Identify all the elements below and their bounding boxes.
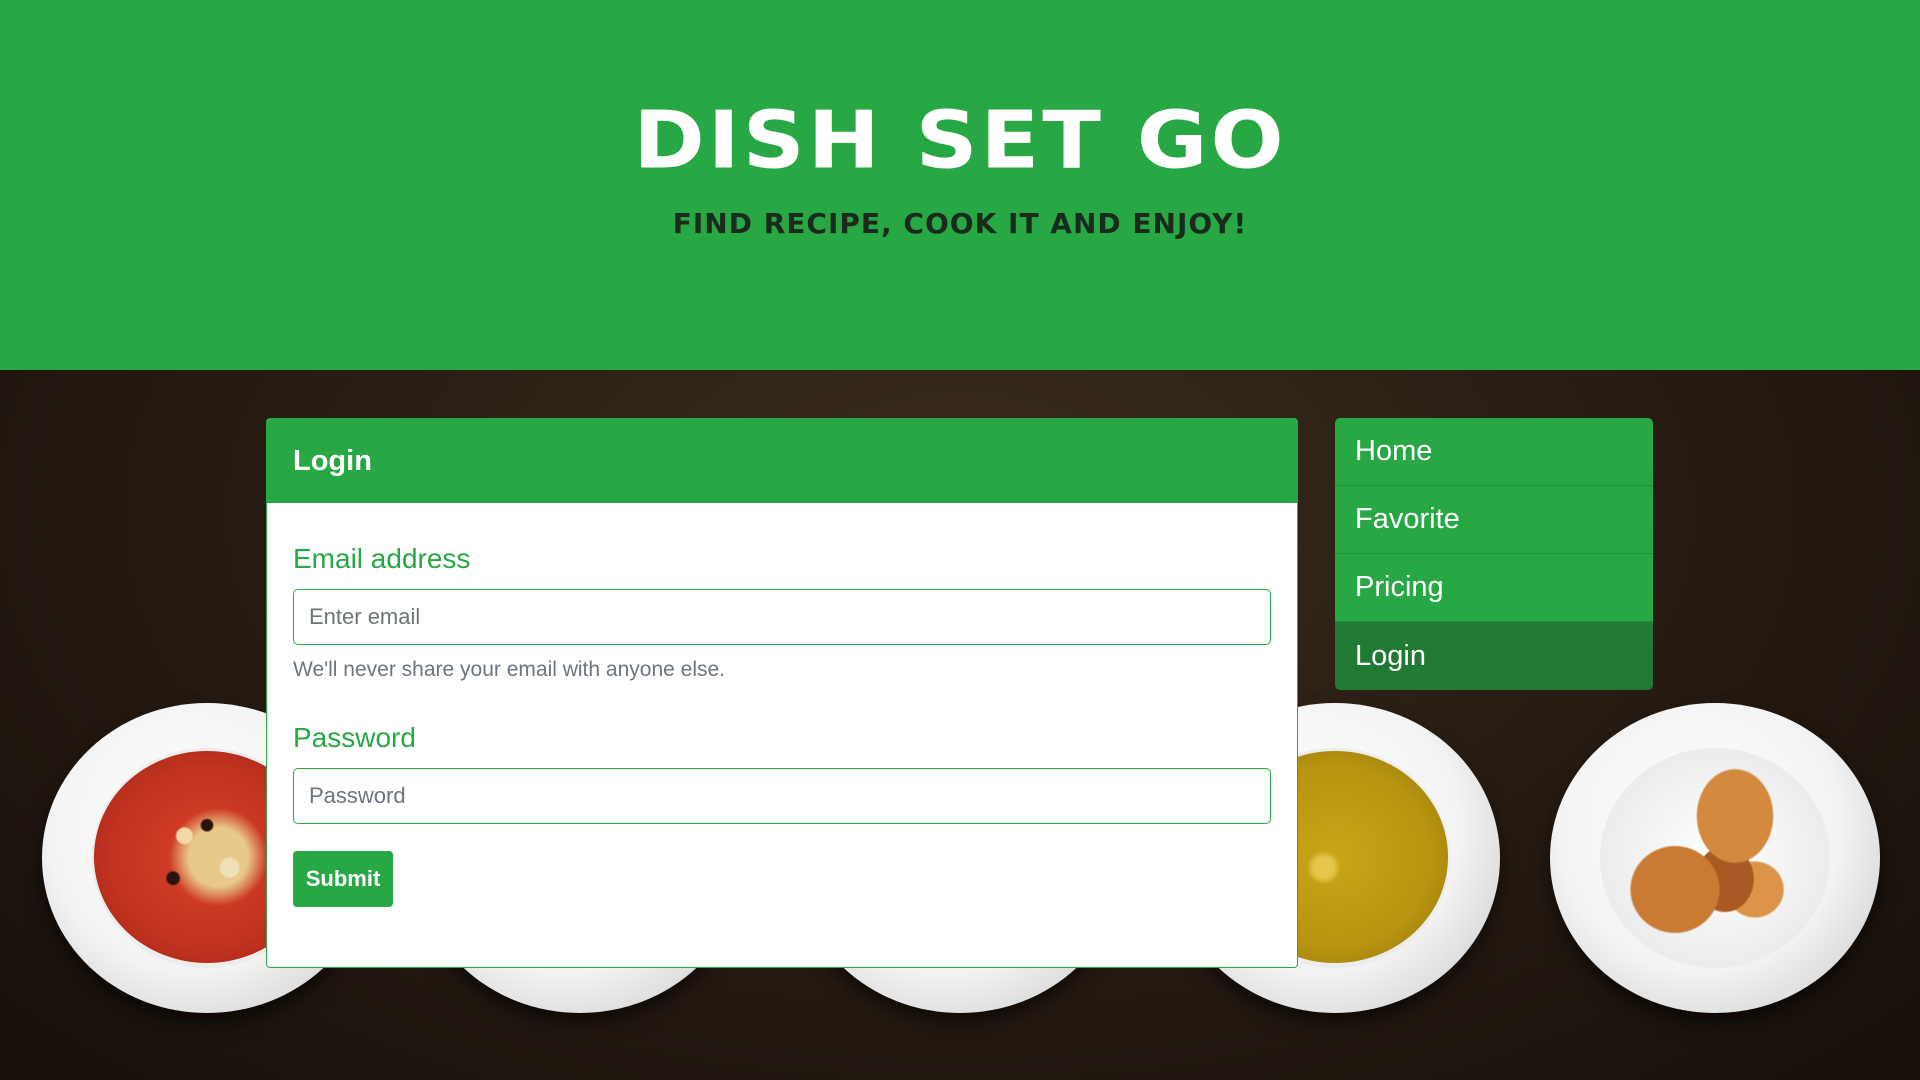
croissant-plate-image <box>1550 703 1880 1013</box>
email-help-text: We'll never share your email with anyone… <box>293 658 725 681</box>
login-card-header: Login <box>267 419 1297 503</box>
password-input[interactable] <box>293 768 1271 824</box>
site-tagline: FIND RECIPE, COOK IT AND ENJOY! <box>672 207 1248 240</box>
nav-item-login[interactable]: Login <box>1335 622 1653 690</box>
nav-item-favorite[interactable]: Favorite <box>1335 486 1653 554</box>
nav-item-pricing[interactable]: Pricing <box>1335 554 1653 622</box>
nav-item-home[interactable]: Home <box>1335 418 1653 486</box>
side-nav: Home Favorite Pricing Login <box>1335 418 1653 690</box>
site-title: DISH SET GO <box>633 95 1287 187</box>
email-input[interactable] <box>293 589 1271 645</box>
password-label: Password <box>293 722 416 753</box>
login-card-title: Login <box>293 444 372 477</box>
submit-button[interactable]: Submit <box>293 851 393 907</box>
site-header: DISH SET GO FIND RECIPE, COOK IT AND ENJ… <box>0 0 1920 370</box>
login-card: Login Email address We'll never share yo… <box>266 418 1298 968</box>
email-label: Email address <box>293 543 471 574</box>
